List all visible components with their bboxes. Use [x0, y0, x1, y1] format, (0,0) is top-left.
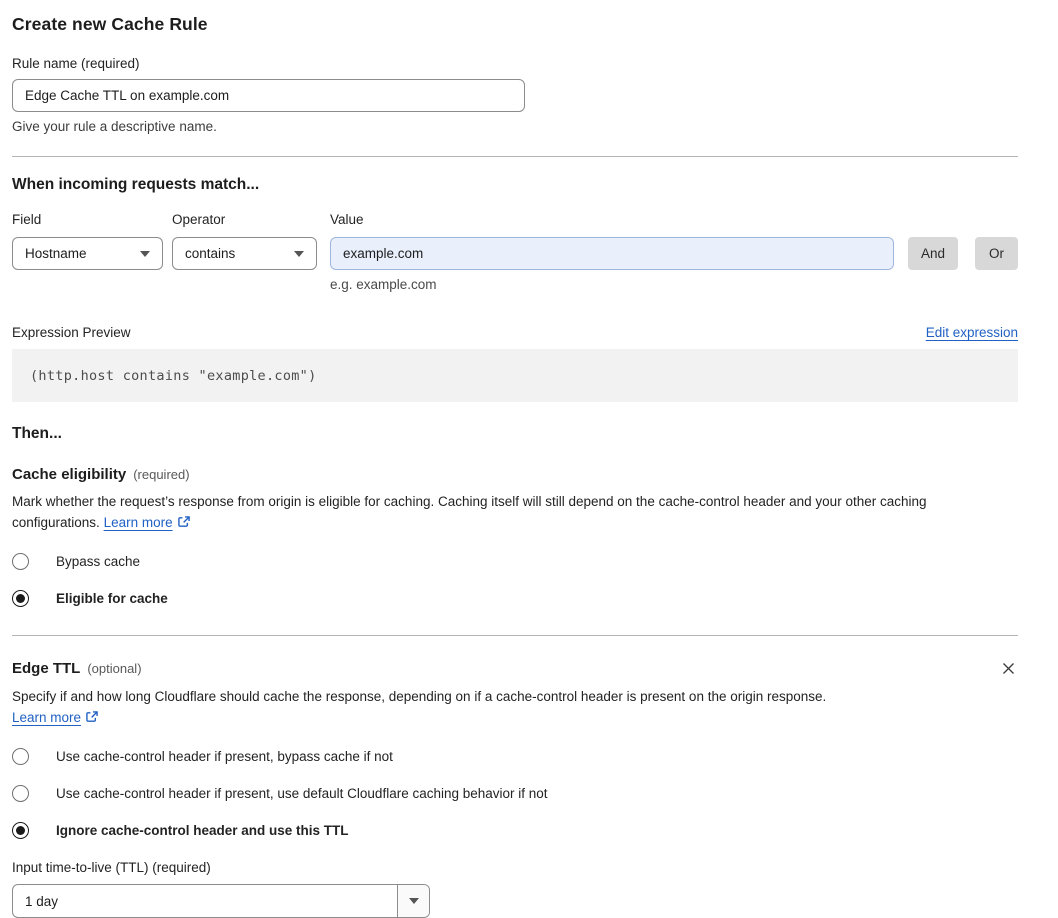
chevron-down-icon	[408, 898, 419, 904]
radio-use-header-bypass[interactable]: Use cache-control header if present, byp…	[12, 748, 1018, 765]
radio-icon	[12, 785, 29, 802]
field-label: Field	[12, 212, 42, 227]
edit-expression-link[interactable]: Edit expression	[926, 325, 1018, 340]
expression-preview-row: Expression Preview Edit expression	[12, 325, 1018, 340]
radio-label: Eligible for cache	[56, 591, 168, 606]
chevron-down-icon	[294, 250, 304, 257]
edge-ttl-heading-row: Edge TTL (optional)	[12, 659, 1018, 678]
external-link-icon	[177, 516, 190, 527]
expression-preview-label: Expression Preview	[12, 325, 131, 340]
match-controls-row: Hostname contains And Or	[12, 237, 1018, 270]
radio-bypass-cache[interactable]: Bypass cache	[12, 553, 1018, 570]
field-select-value: Hostname	[25, 246, 87, 261]
value-helper: e.g. example.com	[330, 277, 437, 292]
radio-selected-icon	[12, 590, 29, 607]
ttl-select[interactable]: 1 day	[12, 884, 430, 918]
operator-select-value: contains	[185, 246, 236, 261]
edge-ttl-description: Specify if and how long Cloudflare shoul…	[12, 686, 857, 728]
chevron-down-icon	[140, 250, 150, 257]
radio-use-header-default[interactable]: Use cache-control header if present, use…	[12, 785, 1018, 802]
cache-eligibility-qualifier: (required)	[133, 467, 190, 482]
expression-preview-box: (http.host contains "example.com")	[12, 349, 1018, 402]
operator-label: Operator	[172, 212, 226, 227]
radio-selected-icon	[12, 822, 29, 839]
rule-name-label: Rule name (required)	[12, 56, 140, 71]
ttl-select-arrow[interactable]	[397, 885, 429, 917]
learn-more-label: Learn more	[12, 710, 82, 725]
radio-label: Bypass cache	[56, 554, 141, 569]
radio-icon	[12, 748, 29, 765]
ttl-label: Input time-to-live (TTL) (required)	[12, 860, 211, 875]
match-labels-row: Field Operator Value	[12, 212, 1018, 227]
close-edge-ttl-button[interactable]	[999, 659, 1018, 678]
learn-more-link[interactable]: Learn more	[12, 710, 81, 725]
radio-eligible-for-cache[interactable]: Eligible for cache	[12, 590, 1018, 607]
operator-select[interactable]: contains	[172, 237, 317, 270]
or-button[interactable]: Or	[975, 237, 1018, 270]
edge-ttl-title: Edge TTL	[12, 660, 81, 677]
section-divider	[12, 635, 1018, 636]
cache-eligibility-description: Mark whether the request’s response from…	[12, 491, 1018, 533]
match-heading: When incoming requests match...	[12, 176, 260, 193]
value-label: Value	[330, 212, 364, 227]
then-heading: Then...	[12, 425, 62, 442]
edge-ttl-description-text: Specify if and how long Cloudflare shoul…	[12, 689, 827, 704]
section-divider	[12, 156, 1018, 157]
radio-icon	[12, 553, 29, 570]
external-link-icon	[86, 711, 98, 722]
rule-name-helper: Give your rule a descriptive name.	[12, 119, 217, 134]
expression-code: (http.host contains "example.com")	[30, 367, 317, 384]
rule-name-input[interactable]	[12, 79, 525, 112]
radio-label: Use cache-control header if present, byp…	[56, 749, 393, 764]
page-title: Create new Cache Rule	[12, 14, 208, 34]
radio-ignore-header-use-ttl[interactable]: Ignore cache-control header and use this…	[12, 822, 1018, 839]
and-button[interactable]: And	[907, 237, 958, 270]
learn-more-label: Learn more	[103, 515, 173, 530]
ttl-select-value: 1 day	[25, 893, 59, 909]
radio-label: Use cache-control header if present, use…	[56, 786, 548, 801]
rule-name-section: Rule name (required) Give your rule a de…	[12, 56, 1018, 134]
value-input[interactable]	[330, 237, 894, 270]
radio-label: Ignore cache-control header and use this…	[56, 823, 349, 838]
edge-ttl-qualifier: (optional)	[87, 661, 142, 676]
cache-eligibility-heading-row: Cache eligibility (required)	[12, 466, 1018, 483]
learn-more-link[interactable]: Learn more	[104, 515, 173, 530]
close-icon	[1003, 663, 1014, 674]
field-select[interactable]: Hostname	[12, 237, 163, 270]
cache-eligibility-title: Cache eligibility	[12, 466, 127, 483]
create-cache-rule-form: Create new Cache Rule Rule name (require…	[0, 0, 1038, 918]
